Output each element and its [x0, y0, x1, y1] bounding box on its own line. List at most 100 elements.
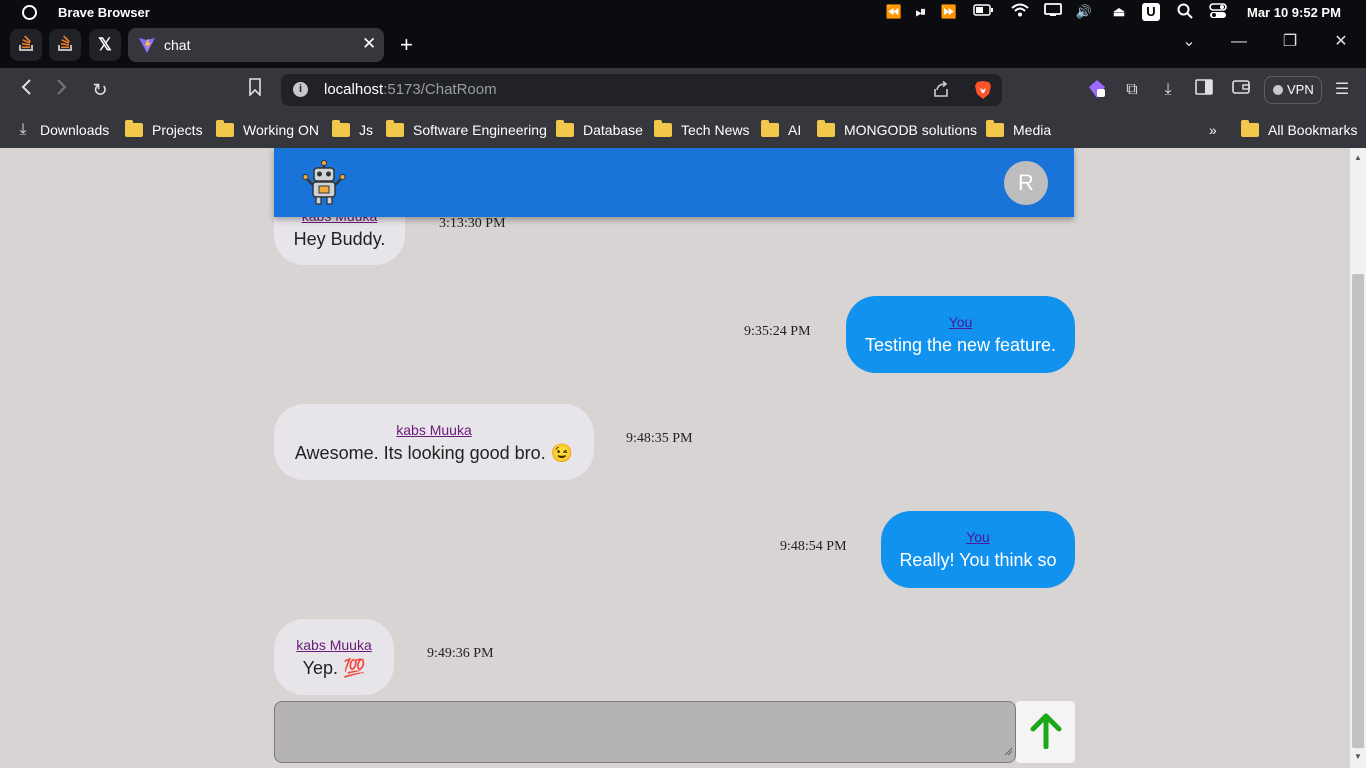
- address-bar[interactable]: i localhost:5173/ChatRoom: [281, 74, 1002, 106]
- resize-handle-icon[interactable]: [1003, 743, 1013, 761]
- vpn-status-icon: [1273, 85, 1283, 95]
- message-timestamp: 9:49:36 PM: [427, 646, 494, 661]
- bookmark-label: AI: [788, 122, 802, 138]
- folder-icon: [1241, 120, 1259, 137]
- vite-icon: [138, 36, 156, 54]
- message-text: Yep. 💯: [302, 658, 366, 678]
- os-logo-icon[interactable]: [22, 5, 37, 20]
- url-host: localhost: [324, 81, 384, 98]
- stackoverflow-icon: [18, 34, 34, 56]
- sidebar-icon[interactable]: [1193, 79, 1215, 101]
- send-button[interactable]: [1016, 701, 1075, 763]
- wifi-icon[interactable]: [1010, 3, 1030, 21]
- bookmark-label: Software Engineering: [413, 122, 547, 138]
- fast-forward-icon[interactable]: ⏩: [939, 3, 959, 21]
- message-input[interactable]: [274, 701, 1016, 763]
- os-app-name: Brave Browser: [58, 5, 150, 20]
- url-path: :5173/ChatRoom: [383, 81, 497, 98]
- message-text: Awesome. Its looking good bro. 😉: [294, 443, 574, 463]
- site-info-icon[interactable]: i: [293, 82, 308, 97]
- search-icon[interactable]: [1175, 3, 1195, 21]
- bookmark-folder-database[interactable]: Database: [556, 120, 643, 140]
- new-tab-button[interactable]: +: [400, 34, 413, 56]
- message-text: Testing the new feature.: [864, 335, 1057, 355]
- pinned-tab-stackoverflow-2[interactable]: [49, 29, 81, 61]
- bookmark-folder-software-engineering[interactable]: Software Engineering: [386, 120, 547, 140]
- message-sender[interactable]: kabs Muuka: [274, 637, 394, 653]
- close-window-icon[interactable]: ✕: [1330, 31, 1352, 53]
- tab-close-icon[interactable]: ✕: [362, 35, 376, 53]
- tab-chat[interactable]: chat ✕: [128, 28, 384, 62]
- play-pause-icon[interactable]: ⏯: [911, 3, 931, 21]
- folder-icon: [817, 120, 835, 137]
- message-sender[interactable]: You: [846, 314, 1075, 330]
- stackoverflow-icon: [57, 34, 73, 56]
- bookmark-label: Js: [359, 122, 373, 138]
- leo-ai-icon[interactable]: [1086, 79, 1108, 101]
- back-icon[interactable]: [14, 78, 38, 102]
- vpn-button[interactable]: VPN: [1264, 76, 1322, 104]
- scroll-down-icon[interactable]: ▼: [1354, 752, 1362, 761]
- bookmark-label: All Bookmarks: [1268, 122, 1358, 138]
- rewind-icon[interactable]: ⏪: [884, 3, 904, 21]
- bookmark-folder-working-on[interactable]: Working ON: [216, 120, 319, 140]
- bookmark-label: Working ON: [243, 122, 319, 138]
- brave-shields-icon[interactable]: [974, 80, 992, 100]
- folder-icon: [386, 120, 404, 137]
- chat-header: R: [274, 148, 1074, 217]
- bookmark-folder-projects[interactable]: Projects: [125, 120, 203, 140]
- os-menu-bar: Brave Browser ⏪ ⏯ ⏩ 🔊 ⏏ U Mar 10 9:52 PM: [0, 0, 1366, 25]
- bookmark-folder-mongodb-solutions[interactable]: MONGODB solutions: [817, 120, 977, 140]
- volume-icon[interactable]: 🔊: [1074, 3, 1094, 21]
- message-timestamp: 3:13:30 PM: [439, 216, 506, 231]
- user-avatar[interactable]: R: [1004, 161, 1048, 205]
- u-app-icon[interactable]: U: [1142, 3, 1160, 21]
- bookmark-label: Media: [1013, 122, 1052, 138]
- tab-search-chevron-icon[interactable]: ⌄: [1178, 31, 1200, 53]
- bookmarks-bar: ⤓ Downloads Projects Working ON Js Softw…: [0, 111, 1366, 148]
- tab-strip: 𝕏 chat ✕ + ⌄ — ❐ ✕: [0, 25, 1366, 68]
- download-icon[interactable]: ⤓: [1157, 79, 1179, 101]
- restore-icon[interactable]: ❐: [1279, 31, 1301, 53]
- wallet-icon[interactable]: [1230, 79, 1252, 101]
- pinned-tab-stackoverflow[interactable]: [10, 29, 42, 61]
- bookmark-icon[interactable]: [243, 78, 267, 102]
- message-sender[interactable]: You: [881, 529, 1075, 545]
- control-center-icon[interactable]: [1208, 3, 1228, 21]
- download-icon: ⤓: [19, 121, 27, 138]
- battery-icon[interactable]: [973, 3, 993, 21]
- bookmarks-overflow-button[interactable]: »: [1209, 120, 1217, 140]
- page-scrollbar[interactable]: ▲ ▼: [1350, 148, 1366, 768]
- folder-icon: [332, 120, 350, 137]
- scrollbar-thumb[interactable]: [1352, 274, 1364, 748]
- share-icon[interactable]: [932, 80, 950, 103]
- bookmark-downloads[interactable]: ⤓ Downloads: [14, 120, 109, 140]
- scroll-up-icon[interactable]: ▲: [1354, 153, 1362, 162]
- message-timestamp: 9:48:54 PM: [780, 539, 847, 554]
- pinned-tab-x[interactable]: 𝕏: [89, 29, 121, 61]
- message-timestamp: 9:35:24 PM: [744, 324, 811, 339]
- forward-icon[interactable]: [50, 78, 74, 102]
- os-clock[interactable]: Mar 10 9:52 PM: [1247, 5, 1341, 20]
- bookmark-label: MONGODB solutions: [844, 122, 978, 138]
- extensions-icon[interactable]: ⧉: [1121, 79, 1143, 101]
- menu-icon[interactable]: ☰: [1331, 79, 1353, 101]
- reload-icon[interactable]: ↻: [88, 78, 112, 102]
- message-bubble-sent: You Testing the new feature.: [846, 296, 1075, 373]
- x-icon: 𝕏: [98, 35, 112, 54]
- bookmark-folder-tech-news[interactable]: Tech News: [654, 120, 749, 140]
- message-text: Hey Buddy.: [293, 229, 386, 249]
- message-sender[interactable]: kabs Muuka: [274, 422, 594, 438]
- bookmark-folder-ai[interactable]: AI: [761, 120, 801, 140]
- eject-icon[interactable]: ⏏: [1109, 3, 1129, 21]
- bookmark-folder-media[interactable]: Media: [986, 120, 1051, 140]
- folder-icon: [216, 120, 234, 137]
- folder-icon: [556, 120, 574, 137]
- minimize-icon[interactable]: —: [1228, 31, 1250, 53]
- display-icon[interactable]: [1043, 3, 1063, 21]
- bookmark-folder-all-bookmarks[interactable]: All Bookmarks: [1241, 120, 1357, 140]
- url-text[interactable]: localhost:5173/ChatRoom: [324, 81, 497, 98]
- tab-title: chat: [164, 37, 191, 53]
- folder-icon: [654, 120, 672, 137]
- bookmark-folder-js[interactable]: Js: [332, 120, 373, 140]
